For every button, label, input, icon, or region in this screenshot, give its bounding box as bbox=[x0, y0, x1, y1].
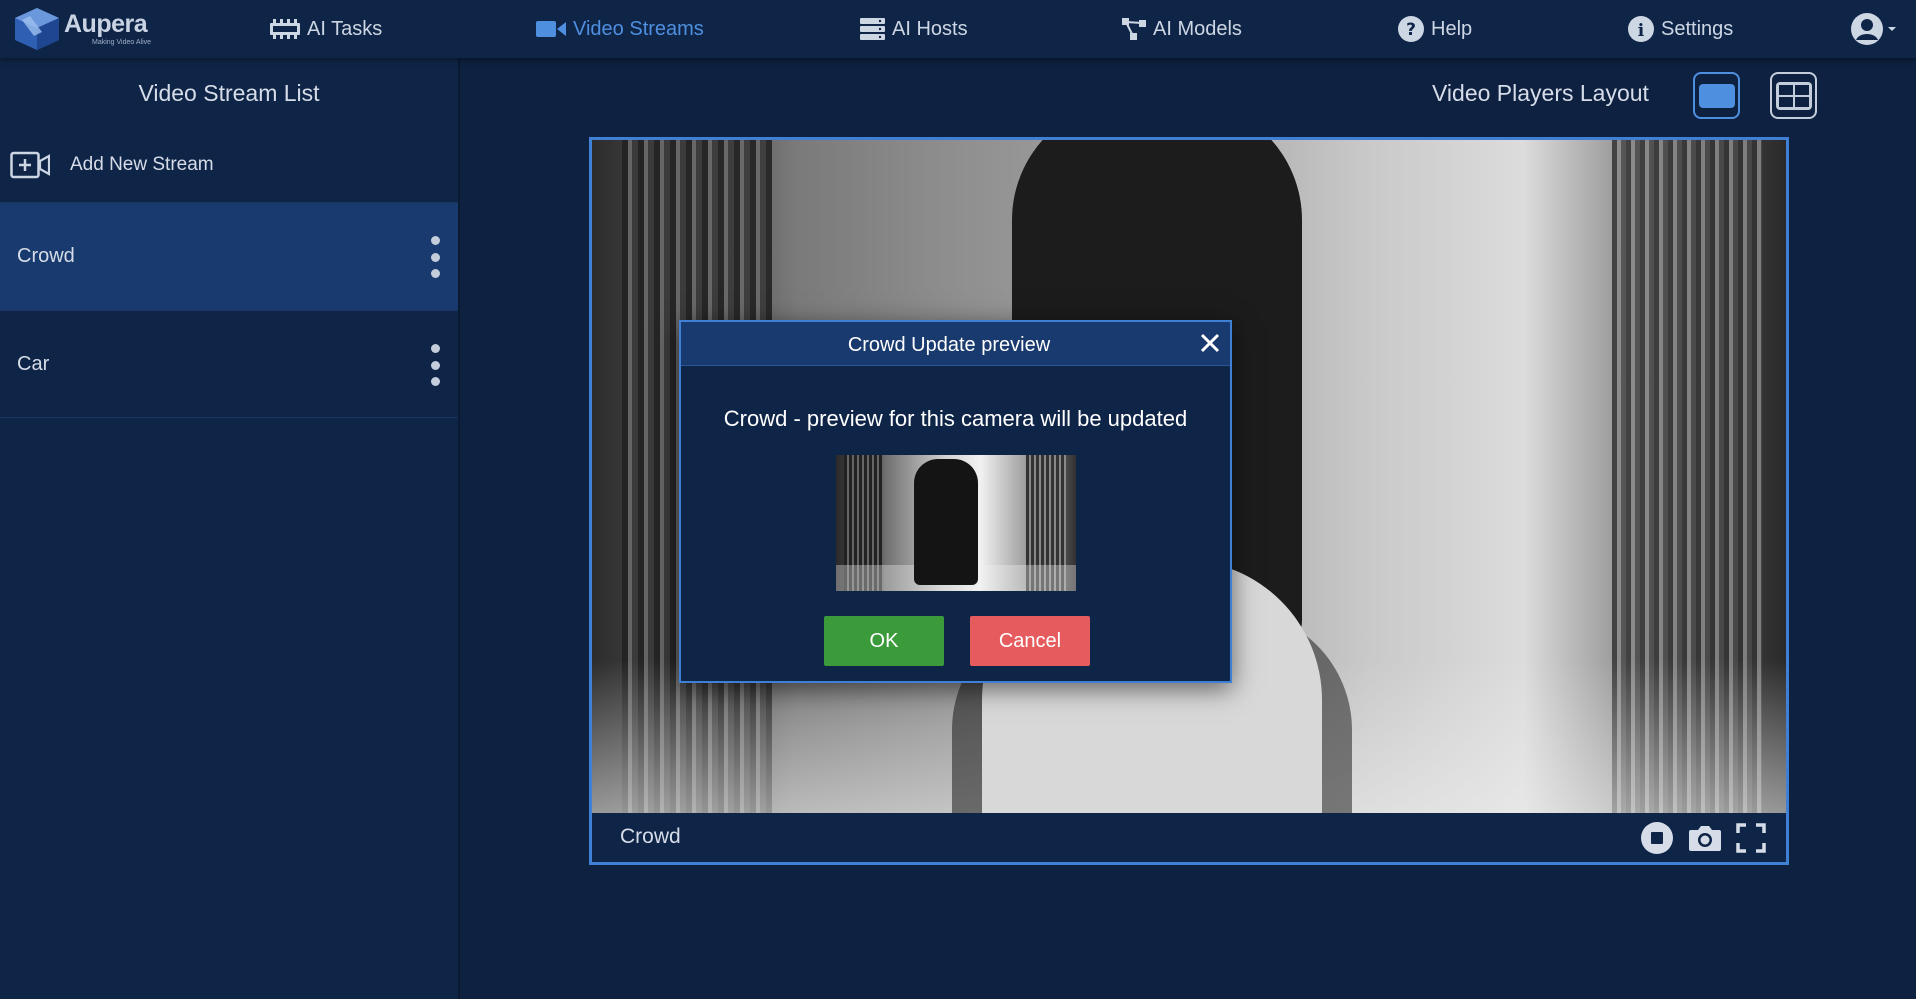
preview-thumbnail bbox=[836, 455, 1076, 591]
nav-ai-models[interactable]: AI Models bbox=[1122, 14, 1242, 44]
user-menu[interactable] bbox=[1850, 12, 1897, 46]
nav-label-help: Help bbox=[1431, 17, 1473, 40]
sidebar-title: Video Stream List bbox=[138, 80, 320, 106]
stream-name: Car bbox=[17, 352, 50, 375]
nav-ai-tasks[interactable]: AI Tasks bbox=[270, 14, 382, 44]
snapshot-button[interactable] bbox=[1688, 824, 1722, 852]
nav-video-streams[interactable]: Video Streams bbox=[536, 14, 704, 44]
cancel-button[interactable]: Cancel bbox=[970, 616, 1090, 666]
player-controls bbox=[1626, 821, 1766, 855]
dialog-title: Crowd Update preview bbox=[847, 334, 1051, 356]
video-camera-icon bbox=[536, 21, 566, 37]
stream-list: Crowd Car bbox=[0, 202, 458, 418]
info-circle-icon: i bbox=[1628, 16, 1654, 42]
more-options-icon[interactable] bbox=[428, 236, 442, 278]
svg-text:i: i bbox=[1638, 21, 1645, 41]
player-footer: Crowd bbox=[592, 813, 1786, 862]
question-circle-icon: ? bbox=[1398, 16, 1424, 42]
ok-button[interactable]: OK bbox=[824, 616, 944, 666]
nav-label-ai-models: AI Models bbox=[1153, 17, 1242, 40]
close-icon bbox=[1200, 333, 1220, 353]
stream-name: Crowd bbox=[17, 245, 75, 267]
stream-sidebar: Video Stream List Add New Stream Crowd C… bbox=[0, 58, 460, 999]
add-new-stream-button[interactable]: Add New Stream bbox=[10, 151, 214, 179]
stream-item-crowd[interactable]: Crowd bbox=[0, 202, 458, 310]
dialog-message: Crowd - preview for this camera will be … bbox=[723, 406, 1188, 431]
nav-label-ai-hosts: AI Hosts bbox=[892, 17, 968, 40]
svg-text:?: ? bbox=[1406, 20, 1416, 40]
stream-item-car[interactable]: Car bbox=[0, 310, 458, 418]
nav-label-video-streams: Video Streams bbox=[573, 17, 704, 40]
aupera-cube-icon bbox=[15, 8, 59, 50]
brand-tagline: Making Video Alive bbox=[92, 39, 152, 46]
grid-layout-button[interactable] bbox=[1770, 72, 1817, 119]
fullscreen-button[interactable] bbox=[1736, 823, 1766, 853]
caret-down-icon bbox=[1888, 27, 1896, 31]
nav-label-ai-tasks: AI Tasks bbox=[307, 17, 383, 40]
server-icon bbox=[860, 18, 885, 40]
update-preview-dialog: Crowd Update preview Crowd - preview for… bbox=[679, 320, 1232, 683]
camera-icon bbox=[1689, 826, 1721, 851]
player-stream-name: Crowd bbox=[620, 825, 681, 848]
add-new-stream-label: Add New Stream bbox=[70, 154, 214, 175]
nav-help[interactable]: ? Help bbox=[1398, 14, 1472, 44]
more-options-icon[interactable] bbox=[428, 344, 442, 386]
aupera-logo[interactable]: Aupera Making Video Alive bbox=[12, 5, 151, 53]
video-players-layout-label: Video Players Layout bbox=[1432, 80, 1649, 106]
fullscreen-icon bbox=[1736, 823, 1766, 853]
top-navigation-bar: Aupera Making Video Alive AI Tasks Video… bbox=[0, 0, 1916, 58]
dialog-header: Crowd Update preview bbox=[681, 322, 1230, 366]
network-icon bbox=[1122, 18, 1146, 40]
single-view-icon bbox=[1698, 83, 1735, 108]
nav-label-settings: Settings bbox=[1661, 17, 1734, 40]
stop-button[interactable] bbox=[1640, 821, 1674, 855]
ai-tasks-icon bbox=[270, 19, 300, 39]
dialog-close-button[interactable] bbox=[1200, 333, 1220, 358]
grid-view-icon bbox=[1775, 81, 1812, 110]
nav-settings[interactable]: i Settings bbox=[1628, 14, 1733, 44]
add-video-icon bbox=[10, 151, 50, 179]
single-layout-button[interactable] bbox=[1693, 72, 1740, 119]
user-circle-icon bbox=[1851, 13, 1883, 45]
brand-name: Aupera bbox=[64, 10, 148, 38]
stop-icon bbox=[1641, 822, 1673, 854]
nav-ai-hosts[interactable]: AI Hosts bbox=[860, 14, 968, 44]
